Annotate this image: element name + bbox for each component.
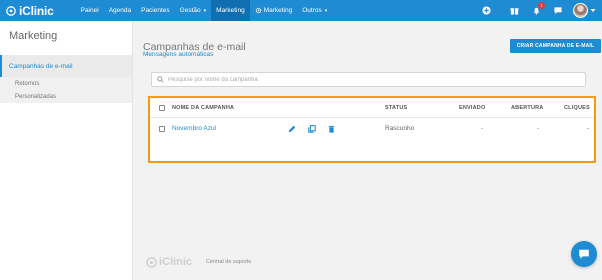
main-content: Campanhas de e-mail CRIAR CAMPANHA DE E-… — [134, 21, 602, 280]
chevron-down-icon[interactable] — [590, 6, 596, 16]
iclinic-logo-icon — [146, 256, 157, 268]
top-navbar: iClinic Painel Agenda Pacientes Gestão ▾ … — [0, 0, 602, 21]
chevron-down-icon: ▾ — [324, 7, 328, 14]
edit-button[interactable] — [287, 118, 296, 139]
support-chat-button[interactable] — [571, 241, 597, 267]
footer: iClinic Central de suporte — [146, 256, 251, 268]
search-input[interactable] — [168, 76, 548, 83]
delete-button[interactable] — [327, 118, 336, 139]
nav-gestao[interactable]: Gestão ▾ — [175, 0, 211, 21]
campaign-status: Rascunho — [385, 125, 415, 132]
gear-icon — [255, 7, 261, 14]
header-opened[interactable]: ABERTURA — [511, 98, 543, 117]
nav-pacientes[interactable]: Pacientes — [136, 0, 175, 21]
page-title: Campanhas de e-mail — [143, 41, 246, 53]
sidebar-submenu: Retornos Personalizadas — [0, 77, 132, 103]
campaign-opened: - — [537, 125, 540, 132]
row-checkbox[interactable] — [159, 118, 165, 139]
main-nav: Painel Agenda Pacientes Gestão ▾ Marketin… — [76, 0, 333, 21]
sidebar-subitem-retornos[interactable]: Retornos — [0, 77, 132, 90]
sidebar-item-campanhas[interactable]: Campanhas de e-mail — [0, 55, 132, 77]
pencil-icon — [287, 124, 296, 133]
chat-bubble-icon[interactable] — [553, 6, 563, 16]
copy-icon — [307, 124, 316, 133]
avatar[interactable] — [573, 3, 588, 18]
support-link[interactable]: Central de suporte — [206, 259, 251, 265]
brand-name: iClinic — [19, 3, 54, 18]
select-all-checkbox[interactable] — [159, 98, 165, 117]
table-header: NOME DA CAMPANHA STATUS ENVIADO ABERTURA… — [150, 98, 594, 118]
nav-outros[interactable]: Outros ▾ — [297, 0, 332, 21]
header-sent[interactable]: ENVIADO — [459, 98, 485, 117]
nav-agenda[interactable]: Agenda — [104, 0, 136, 21]
nav-marketing[interactable]: Marketing — [211, 0, 250, 21]
footer-logo: iClinic — [146, 256, 192, 268]
sidebar-title: Marketing — [9, 30, 58, 42]
duplicate-button[interactable] — [307, 118, 316, 139]
campaign-clicks: - — [587, 125, 590, 132]
trash-icon — [327, 124, 336, 133]
notification-badge: 1 — [538, 1, 545, 9]
gift-icon[interactable] — [509, 6, 519, 16]
search-box[interactable] — [151, 72, 586, 87]
add-circle-icon[interactable] — [481, 6, 491, 16]
table-row: Novembro Azul Rascunho - - - — [150, 118, 594, 139]
chat-bubble-icon — [579, 249, 589, 259]
campaign-name-link[interactable]: Novembro Azul — [172, 118, 216, 139]
campaigns-table: NOME DA CAMPANHA STATUS ENVIADO ABERTURA… — [148, 96, 596, 163]
chevron-down-icon: ▾ — [203, 7, 207, 14]
iclinic-logo[interactable]: iClinic — [6, 4, 54, 18]
search-icon — [157, 76, 164, 83]
header-name[interactable]: NOME DA CAMPANHA — [172, 98, 234, 117]
campaign-sent: - — [481, 125, 484, 132]
sidebar: Marketing Campanhas de e-mail Mensagens … — [0, 21, 213, 280]
sidebar-subitem-personalizadas[interactable]: Personalizadas — [0, 90, 132, 103]
topbar-actions: 1 — [475, 0, 602, 21]
header-clicks[interactable]: CLIQUES — [564, 98, 590, 117]
nav-painel[interactable]: Painel — [76, 0, 104, 21]
iclinic-logo-icon — [6, 5, 16, 16]
header-status[interactable]: STATUS — [385, 98, 407, 117]
bell-icon[interactable]: 1 — [531, 1, 545, 16]
nav-marketing-settings[interactable]: Marketing — [250, 0, 298, 21]
create-campaign-button[interactable]: CRIAR CAMPANHA DE E-MAIL — [510, 39, 601, 53]
